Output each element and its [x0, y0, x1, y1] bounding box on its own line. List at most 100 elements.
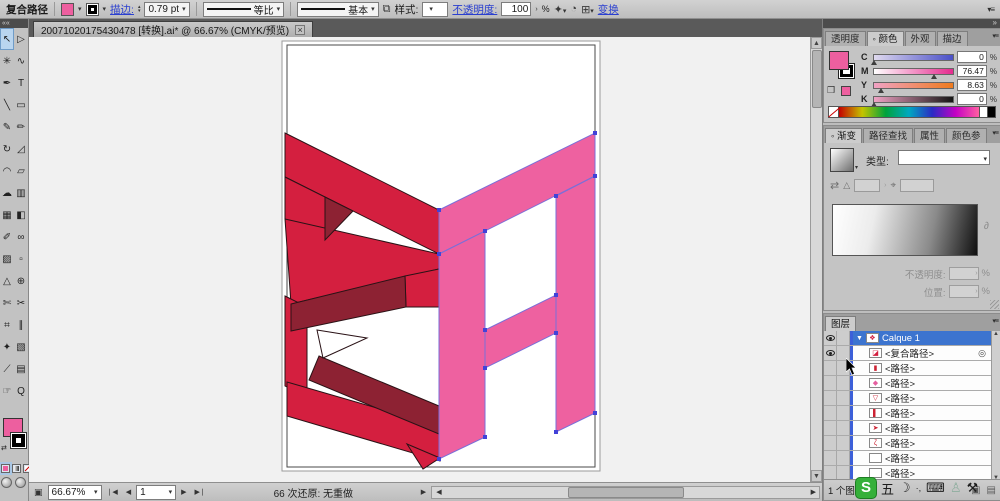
- crop-tool[interactable]: ⌗: [0, 314, 14, 336]
- tab-渐变[interactable]: ◦ 渐变: [825, 128, 863, 143]
- artwork-a-left-leg[interactable]: [438, 230, 486, 460]
- visibility-cell[interactable]: [824, 346, 837, 360]
- live-paint-bucket-tool[interactable]: ▨: [0, 248, 14, 270]
- layers-scrollbar[interactable]: ▲ ▼: [991, 331, 1000, 481]
- lock-cell[interactable]: [837, 391, 850, 405]
- expand-triangle-icon[interactable]: ▼: [856, 335, 863, 342]
- first-artboard-button[interactable]: ❘◀: [104, 486, 121, 498]
- layer-row-content[interactable]: ▽<路径>○: [853, 391, 1000, 405]
- tab-layers[interactable]: 图层: [825, 316, 857, 331]
- anchor-point[interactable]: [593, 411, 597, 415]
- gradient-slider[interactable]: [832, 204, 978, 256]
- anchor-point[interactable]: [483, 435, 487, 439]
- channel-value-field[interactable]: 0: [956, 93, 987, 105]
- none-swatch[interactable]: [828, 106, 839, 118]
- layer-row-content[interactable]: ◆<路径>○: [853, 376, 1000, 390]
- anchor-point[interactable]: [437, 252, 441, 256]
- visibility-cell[interactable]: [824, 466, 837, 480]
- s-logo[interactable]: S: [856, 478, 876, 498]
- warp-tool[interactable]: ◠: [0, 160, 14, 182]
- shape-builder-tool[interactable]: ⊕: [14, 270, 28, 292]
- close-icon[interactable]: ×: [295, 24, 306, 35]
- opacity-spinner-icon[interactable]: ›: [535, 6, 537, 13]
- lock-cell[interactable]: [837, 421, 850, 435]
- mesh-tool[interactable]: ▦: [0, 204, 14, 226]
- stroke-width-stepper[interactable]: ▴ ▾: [138, 5, 141, 14]
- direct-selection-tool[interactable]: ▷: [14, 28, 28, 50]
- channel-slider[interactable]: [871, 53, 954, 65]
- target-circle-icon[interactable]: ◎: [978, 348, 986, 359]
- layer-row-path[interactable]: ➤<路径>○: [824, 421, 1000, 436]
- aspect-ratio-field[interactable]: [900, 178, 935, 192]
- anchor-point[interactable]: [554, 331, 558, 335]
- opacity-mask-icon[interactable]: ◔: [570, 3, 577, 15]
- visibility-cell[interactable]: [824, 421, 837, 435]
- variable-width-combo[interactable]: 等比 ▾: [202, 1, 285, 17]
- graphic-style-icon[interactable]: ✦▾: [554, 3, 567, 16]
- perspective-grid-tool[interactable]: △: [0, 270, 14, 292]
- panel-fill-proxy[interactable]: [829, 51, 849, 70]
- moon-icon[interactable]: ☽: [899, 480, 911, 496]
- prev-artboard-button[interactable]: ◀: [123, 486, 134, 498]
- white-swatch[interactable]: [980, 106, 988, 118]
- angle-field[interactable]: [854, 178, 881, 192]
- line-tool[interactable]: ╲: [0, 94, 14, 116]
- slider-handle[interactable]: [871, 59, 877, 65]
- slider-handle[interactable]: [930, 73, 937, 79]
- tab-颜色[interactable]: ◦ 颜色: [866, 31, 904, 46]
- lock-cell[interactable]: [837, 451, 850, 465]
- stop-opacity-field[interactable]: ›: [948, 267, 979, 280]
- stroke-color-swatch[interactable]: [85, 2, 99, 16]
- visibility-cell[interactable]: [824, 406, 837, 420]
- anchor-point[interactable]: [554, 293, 558, 297]
- layer-row-path[interactable]: ζ<路径>○: [824, 436, 1000, 451]
- gradient-type-combo[interactable]: ▾: [898, 150, 990, 165]
- type-tool[interactable]: T: [14, 72, 28, 94]
- column-graph-tool[interactable]: ▥: [14, 182, 28, 204]
- channel-value-field[interactable]: 0: [956, 51, 987, 63]
- tab-路径查找[interactable]: 路径查找: [863, 128, 914, 143]
- stroke-width-combo[interactable]: 0.79 pt ▾: [144, 1, 190, 17]
- eyedropper-tool[interactable]: ✐: [0, 226, 14, 248]
- tab-透明度[interactable]: 透明度: [825, 31, 866, 46]
- pen-tool[interactable]: ✒: [0, 72, 14, 94]
- layer-row-content[interactable]: ▼❖Calque 1○: [853, 331, 1000, 345]
- scroll-up-icon[interactable]: ▲: [993, 331, 999, 337]
- anchor-point[interactable]: [437, 208, 441, 212]
- opacity-value-field[interactable]: 100: [501, 2, 532, 16]
- vertical-scroll-thumb[interactable]: [812, 50, 822, 108]
- spectrum-ramp[interactable]: [839, 106, 980, 118]
- color-button[interactable]: [0, 462, 12, 475]
- gamut-color-swatch[interactable]: [841, 86, 851, 96]
- tab-属性[interactable]: 属性: [914, 128, 946, 143]
- zoom-level-combo[interactable]: 66.67% ▾: [47, 484, 102, 500]
- channel-value-field[interactable]: 8.63: [956, 79, 987, 91]
- slice-tool[interactable]: ✄: [0, 292, 14, 314]
- chart-tool[interactable]: ▧: [14, 336, 28, 358]
- visibility-cell[interactable]: [824, 376, 837, 390]
- gradient-tool[interactable]: ◧: [14, 204, 28, 226]
- stroke-color-well[interactable]: [10, 432, 27, 449]
- delete-stop-icon[interactable]: ∂: [984, 221, 989, 232]
- status-expand-icon[interactable]: ▶: [418, 486, 429, 498]
- anchor-point[interactable]: [593, 174, 597, 178]
- vertical-scrollbar[interactable]: ▲ ▼: [810, 37, 822, 482]
- align-grid-icon[interactable]: ⊞▾: [581, 3, 594, 16]
- blend-tool[interactable]: ∞: [14, 226, 28, 248]
- brush-definition-combo[interactable]: 基本 ▾: [297, 1, 379, 17]
- delete-layer-icon[interactable]: ▤: [987, 485, 996, 496]
- layer-row-content[interactable]: ζ<路径>○: [853, 436, 1000, 450]
- layer-row-content[interactable]: ➤<路径>○: [853, 421, 1000, 435]
- layer-row-content[interactable]: ▌<路径>○: [853, 406, 1000, 420]
- artboard-number-combo[interactable]: 1 ▾: [136, 484, 177, 500]
- scroll-up-icon[interactable]: ▲: [811, 37, 822, 49]
- channel-value-field[interactable]: 76.47: [956, 65, 987, 77]
- channel-slider[interactable]: [871, 95, 954, 107]
- dots-icon[interactable]: ·,: [916, 483, 922, 493]
- wrench-icon[interactable]: ⚒: [967, 480, 979, 496]
- layer-row-path[interactable]: ◆<路径>○: [824, 376, 1000, 391]
- layer-row-path[interactable]: ▽<路径>○: [824, 391, 1000, 406]
- scissors-tool[interactable]: ✂: [14, 292, 28, 314]
- knife-tool[interactable]: ⟋: [0, 358, 14, 380]
- rectangle-tool[interactable]: ▭: [14, 94, 28, 116]
